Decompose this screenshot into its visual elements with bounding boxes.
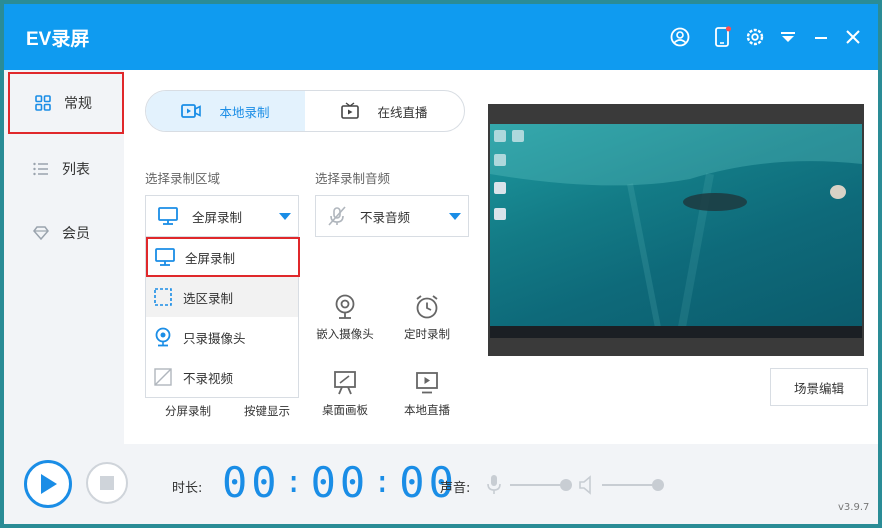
title-bar: EV录屏 [4, 4, 878, 70]
microphone-icon[interactable] [486, 474, 502, 500]
webcam-icon [153, 327, 173, 347]
speaker-icon[interactable] [578, 475, 594, 499]
scheduled-record-button[interactable]: 定时录制 [392, 294, 462, 342]
audio-label: 选择录制音频 [315, 171, 391, 186]
sidebar-item-member[interactable]: 会员 [8, 202, 124, 264]
sidebar-item-general[interactable]: 常规 [8, 72, 124, 134]
stop-record-button[interactable] [86, 462, 128, 504]
tab-label: 本地录制 [219, 104, 270, 120]
mic-volume-slider[interactable] [510, 479, 572, 491]
sidebar: 常规 列表 会员 [4, 70, 124, 444]
timer-minutes: 00 [310, 458, 370, 507]
chevron-down-icon [449, 213, 461, 220]
monitor-icon [158, 207, 178, 225]
split-screen-record-label[interactable]: 分屏录制 [165, 403, 211, 419]
timer-separator: : [284, 465, 307, 500]
tool-label: 本地直播 [404, 403, 450, 417]
key-display-label[interactable]: 按键显示 [244, 403, 290, 419]
start-record-button[interactable] [24, 460, 72, 508]
audio-dropdown-value: 不录音频 [360, 209, 411, 225]
sidebar-item-list[interactable]: 列表 [8, 138, 124, 200]
tab-local-record[interactable]: 本地录制 [146, 91, 305, 131]
main-panel: 本地录制 在线直播 选择录制区域 选择录制音频 全屏录制 不录音频 全屏录制 选… [124, 70, 878, 444]
version-label: v3.9.7 [838, 502, 870, 513]
menu-item-camera-only[interactable]: 只录摄像头 [146, 317, 298, 357]
menu-item-label: 选区录制 [183, 290, 234, 306]
menu-item-no-video[interactable]: 不录视频 [146, 357, 298, 397]
recording-timer: 00 : 00 : 00 [222, 458, 458, 507]
tool-label: 定时录制 [404, 327, 450, 341]
tool-label: 嵌入摄像头 [316, 327, 374, 341]
control-bar: 时长: 00 : 00 : 00 声音: v3.9.7 [4, 444, 878, 524]
sound-label: 声音: [440, 481, 471, 496]
sidebar-item-label: 常规 [64, 96, 92, 112]
selection-icon [153, 287, 173, 307]
menu-item-label: 不录视频 [183, 370, 234, 386]
easel-icon [332, 370, 358, 396]
slider-handle[interactable] [560, 479, 572, 491]
menu-item-region[interactable]: 选区录制 [146, 277, 298, 317]
tab-label: 在线直播 [377, 104, 428, 120]
duration-label: 时长: [172, 481, 203, 496]
scene-edit-button[interactable]: 场景编辑 [770, 368, 868, 406]
screen-preview [488, 104, 864, 356]
sidebar-item-label: 列表 [62, 162, 90, 178]
app-window: EV录屏 常规 列表 会员 本地录制 在线直播 选择录制区域 选择录制音频 全屏… [4, 4, 878, 524]
alarm-clock-icon [414, 294, 440, 320]
desktop-whiteboard-button[interactable]: 桌面画板 [310, 370, 380, 418]
close-icon[interactable] [842, 26, 864, 48]
list-icon [32, 160, 50, 178]
menu-item-label: 只录摄像头 [183, 330, 246, 346]
chevron-down-icon [279, 213, 291, 220]
webcam-icon [332, 294, 358, 320]
preview-taskbar [490, 326, 862, 338]
tab-live-stream[interactable]: 在线直播 [305, 91, 464, 131]
menu-item-label: 全屏录制 [185, 250, 236, 266]
area-label: 选择录制区域 [145, 171, 221, 186]
minimize-icon[interactable] [810, 26, 832, 48]
grid-icon [34, 94, 52, 112]
diamond-icon [32, 224, 50, 242]
speaker-volume-slider[interactable] [602, 479, 664, 491]
area-dropdown-menu: 全屏录制 选区录制 只录摄像头 不录视频 [145, 236, 300, 398]
play-icon [41, 474, 57, 494]
ocean-scene-image [490, 124, 862, 338]
settings-icon[interactable] [744, 26, 766, 48]
app-title: EV录屏 [26, 29, 90, 50]
area-dropdown[interactable]: 全屏录制 [145, 195, 299, 237]
local-live-button[interactable]: 本地直播 [392, 370, 462, 418]
timer-separator: : [373, 465, 396, 500]
dropdown-icon[interactable] [777, 26, 799, 48]
phone-icon[interactable] [711, 26, 733, 48]
user-icon[interactable] [669, 26, 691, 48]
no-video-icon [153, 367, 173, 387]
monitor-icon [155, 247, 175, 267]
tv-icon [341, 102, 360, 119]
timer-hours: 00 [222, 458, 281, 507]
menu-item-fullscreen[interactable]: 全屏录制 [146, 237, 300, 277]
local-record-icon [181, 104, 202, 118]
area-dropdown-value: 全屏录制 [192, 209, 243, 225]
mic-muted-icon [326, 205, 348, 227]
mode-segmented-control: 本地录制 在线直播 [145, 90, 465, 132]
slider-handle[interactable] [652, 479, 664, 491]
audio-dropdown[interactable]: 不录音频 [315, 195, 469, 237]
tool-label: 桌面画板 [322, 403, 368, 417]
stop-icon [100, 476, 114, 490]
sidebar-item-label: 会员 [62, 226, 90, 242]
play-screen-icon [414, 370, 440, 396]
embed-camera-button[interactable]: 嵌入摄像头 [310, 294, 380, 342]
preview-desktop-image [490, 124, 862, 338]
